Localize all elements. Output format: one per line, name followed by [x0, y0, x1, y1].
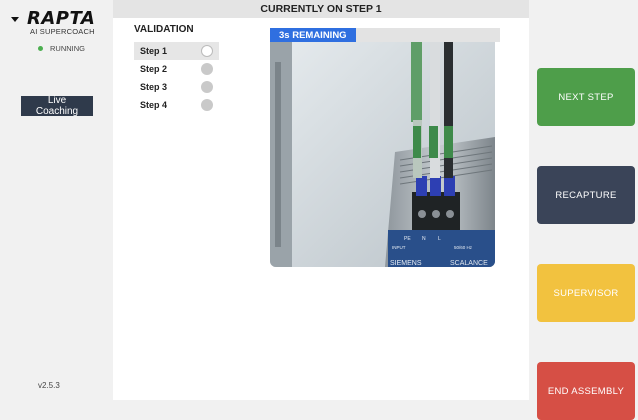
- timer-bar: 3s REMAINING: [270, 28, 500, 42]
- wire-green: [411, 42, 422, 122]
- step-label: Step 4: [140, 100, 168, 110]
- status-indicator: RUNNING: [38, 44, 85, 53]
- caret-down-icon[interactable]: [11, 17, 19, 22]
- version-label: v2.5.3: [38, 381, 60, 390]
- status-label: RUNNING: [50, 44, 85, 53]
- model-text: SCALANCE: [450, 260, 488, 267]
- main-panel: CURRENTLY ON STEP 1 VALIDATION Step 1 St…: [113, 0, 529, 400]
- step-list: Step 1 Step 2 Step 3 Step 4: [134, 42, 219, 114]
- step-header: CURRENTLY ON STEP 1: [113, 0, 529, 18]
- app-logo: RAPTA: [27, 8, 96, 29]
- terminal-l-text: L: [438, 236, 441, 242]
- step-label: Step 1: [140, 46, 168, 56]
- step-status-icon: [201, 81, 213, 93]
- step-status-icon: [201, 45, 213, 57]
- recapture-button[interactable]: RECAPTURE: [537, 166, 635, 224]
- sidebar: RAPTA AI SUPERCOACH RUNNING Live Coachin…: [0, 0, 113, 400]
- step-status-icon: [201, 99, 213, 111]
- live-coaching-button[interactable]: Live Coaching: [21, 95, 93, 117]
- brand-text: SIEMENS: [390, 260, 422, 267]
- validation-title: VALIDATION: [134, 24, 194, 35]
- terminal-pe-text: PE: [404, 236, 411, 242]
- status-dot-icon: [38, 46, 43, 51]
- time-remaining-badge: 3s REMAINING: [270, 28, 356, 42]
- end-assembly-button[interactable]: END ASSEMBLY: [537, 362, 635, 420]
- step-item[interactable]: Step 1: [134, 42, 219, 60]
- next-step-button[interactable]: NEXT STEP: [537, 68, 635, 126]
- camera-feed: PE N L INPUT 50/60 Hz SIEMENS SCALANCE: [270, 42, 495, 267]
- terminal-n-text: N: [422, 236, 426, 242]
- rating-text: 50/60 Hz: [454, 245, 473, 250]
- step-label: Step 3: [140, 82, 168, 92]
- step-label: Step 2: [140, 64, 168, 74]
- step-status-icon: [201, 63, 213, 75]
- step-item[interactable]: Step 3: [134, 78, 219, 96]
- step-item[interactable]: Step 2: [134, 60, 219, 78]
- app-tagline: AI SUPERCOACH: [30, 27, 95, 36]
- logo-row[interactable]: RAPTA: [11, 8, 95, 29]
- camera-image: PE N L INPUT 50/60 Hz SIEMENS SCALANCE: [270, 42, 495, 267]
- supervisor-button[interactable]: SUPERVISOR: [537, 264, 635, 322]
- step-item[interactable]: Step 4: [134, 96, 219, 114]
- input-text: INPUT: [392, 245, 406, 250]
